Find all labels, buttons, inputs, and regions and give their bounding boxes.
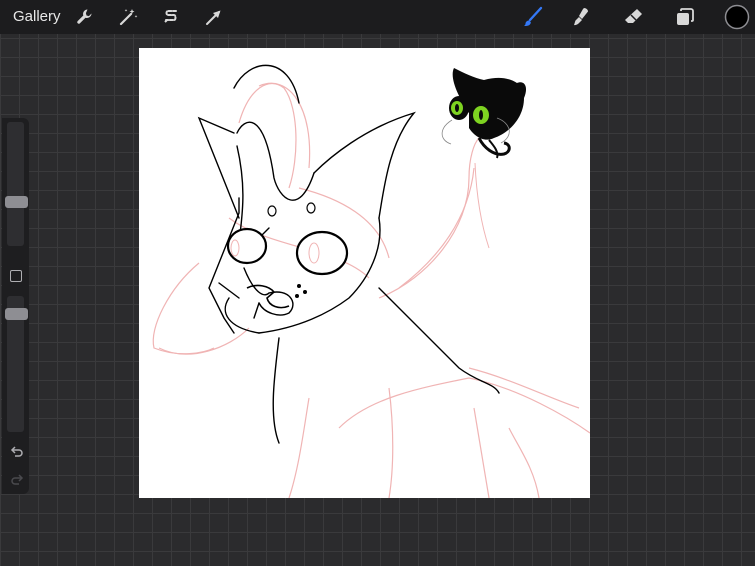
cat-eyes bbox=[226, 202, 349, 276]
plagg-character bbox=[441, 68, 527, 249]
redo-icon[interactable] bbox=[9, 472, 25, 488]
brush-size-slider[interactable] bbox=[7, 122, 24, 246]
gallery-button[interactable]: Gallery bbox=[13, 8, 61, 25]
top-toolbar: Gallery bbox=[0, 0, 755, 34]
color-swatch-icon[interactable] bbox=[724, 4, 750, 30]
modify-square-icon[interactable] bbox=[10, 270, 22, 282]
drawing-canvas[interactable] bbox=[139, 48, 590, 498]
eraser-icon[interactable] bbox=[622, 5, 646, 29]
sketch-layer bbox=[152, 82, 590, 498]
selection-s-icon[interactable] bbox=[159, 5, 183, 29]
brush-icon[interactable] bbox=[521, 5, 545, 29]
cat-mouth bbox=[246, 284, 308, 309]
brush-size-thumb[interactable] bbox=[5, 196, 28, 208]
arrow-cursor-icon[interactable] bbox=[202, 5, 226, 29]
layers-icon[interactable] bbox=[673, 5, 697, 29]
smudge-icon[interactable] bbox=[570, 5, 594, 29]
undo-icon[interactable] bbox=[9, 444, 25, 460]
wrench-icon[interactable] bbox=[73, 5, 97, 29]
magic-wand-icon[interactable] bbox=[116, 5, 140, 29]
sidebar bbox=[2, 118, 29, 494]
opacity-thumb[interactable] bbox=[5, 308, 28, 320]
artwork bbox=[152, 64, 590, 498]
